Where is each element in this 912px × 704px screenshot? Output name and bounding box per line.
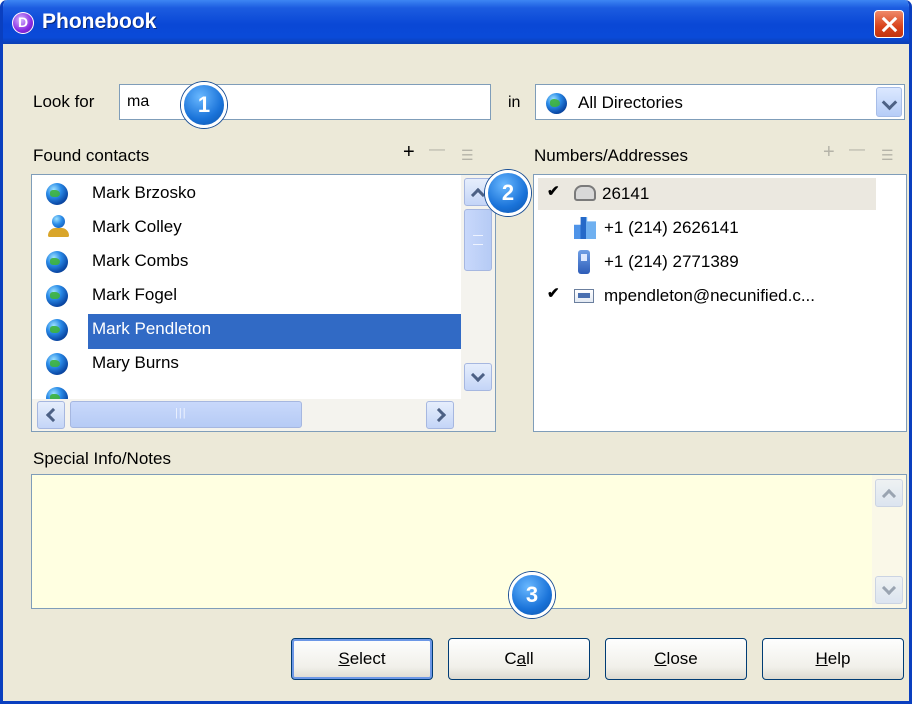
look-for-input[interactable]: ma (119, 84, 491, 120)
number-details-button[interactable]: ☰ (881, 147, 894, 164)
list-item[interactable]: +1 (214) 2626141 (538, 212, 876, 244)
list-item[interactable]: Mark Fogel (46, 281, 462, 311)
scroll-right-button[interactable] (426, 401, 454, 429)
found-contacts-label: Found contacts (33, 146, 150, 165)
callout-badge-1: 1 (181, 82, 227, 128)
mobile-phone-icon (578, 250, 590, 274)
contact-name: Mark Colley (92, 217, 182, 236)
horizontal-scroll-thumb[interactable] (70, 401, 302, 428)
globe-icon (46, 183, 68, 205)
phonebook-window: D Phonebook Look for ma in All Directori… (0, 0, 912, 704)
add-number-button[interactable]: + (823, 141, 835, 164)
close-window-button[interactable] (874, 10, 904, 38)
remove-number-button[interactable]: — (849, 141, 865, 159)
close-button[interactable]: Close (605, 638, 747, 680)
person-icon (47, 215, 69, 239)
list-item[interactable]: Mark Brzosko (46, 179, 462, 209)
numbers-addresses-label: Numbers/Addresses (534, 146, 689, 165)
look-for-label: Look for (33, 92, 95, 111)
email-value: mpendleton@necunified.c... (604, 286, 815, 305)
vertical-scroll-thumb[interactable] (464, 209, 492, 271)
found-contacts-list[interactable]: Mark Brzosko Mark Colley Mark Combs Mark… (31, 174, 496, 432)
number-value: 26141 (602, 184, 650, 203)
notes-label: Special Info/Notes (33, 449, 171, 468)
contact-name: Mark Combs (92, 251, 189, 270)
callout-badge-3: 3 (509, 572, 555, 618)
in-label: in (508, 94, 521, 111)
chevron-down-icon[interactable] (876, 87, 902, 117)
look-for-value: ma (127, 93, 150, 110)
check-icon: ✔ (547, 285, 560, 302)
list-item-selected[interactable]: Mark Pendleton (46, 314, 462, 349)
list-item[interactable]: Mary Burns (46, 349, 462, 379)
contact-name: Mark Fogel (92, 285, 178, 304)
list-item[interactable]: ✔ mpendleton@necunified.c... (538, 280, 876, 312)
select-button[interactable]: Select (291, 638, 433, 680)
app-icon: D (9, 12, 34, 36)
contact-name: Mary Burns (92, 353, 179, 372)
phone-icon (574, 185, 596, 201)
contact-name: Mark Brzosko (92, 183, 196, 202)
add-contact-button[interactable]: + (403, 141, 415, 164)
remove-contact-button[interactable]: — (429, 141, 445, 159)
globe-icon (46, 251, 68, 273)
check-icon: ✔ (547, 183, 560, 200)
scroll-left-button[interactable] (37, 401, 65, 429)
list-item-highlighted[interactable]: ✔ 26141 (538, 178, 876, 210)
globe-icon (46, 319, 68, 341)
title-bar[interactable]: D Phonebook (3, 0, 909, 44)
email-icon (574, 289, 594, 303)
contact-name: Mark Pendleton (88, 314, 462, 349)
window-title: Phonebook (42, 10, 157, 33)
callout-badge-2: 2 (485, 170, 531, 216)
scroll-down-button[interactable] (464, 363, 492, 391)
directory-selected-value: All Directories (578, 93, 683, 112)
list-item[interactable]: Mark Combs (46, 247, 462, 277)
list-item[interactable]: +1 (214) 2771389 (538, 246, 876, 278)
globe-icon (46, 285, 68, 307)
list-item[interactable]: Mark Colley (46, 213, 462, 243)
contacts-horizontal-scrollbar[interactable] (32, 399, 495, 431)
contact-details-button[interactable]: ☰ (461, 147, 474, 164)
globe-icon (546, 93, 567, 114)
number-value: +1 (214) 2771389 (604, 252, 739, 271)
building-icon (574, 217, 596, 239)
call-button[interactable]: Call (448, 638, 590, 680)
scroll-down-button[interactable] (875, 576, 903, 604)
notes-textarea[interactable] (31, 474, 907, 609)
globe-icon (46, 353, 68, 375)
help-button[interactable]: Help (762, 638, 904, 680)
notes-vertical-scrollbar[interactable] (872, 475, 906, 608)
directory-select[interactable]: All Directories (535, 84, 905, 120)
numbers-addresses-list[interactable]: ✔ 26141 +1 (214) 2626141 +1 (214) 277138… (533, 174, 907, 432)
scroll-up-button[interactable] (875, 479, 903, 507)
number-value: +1 (214) 2626141 (604, 218, 739, 237)
contacts-vertical-scrollbar[interactable] (461, 175, 495, 399)
